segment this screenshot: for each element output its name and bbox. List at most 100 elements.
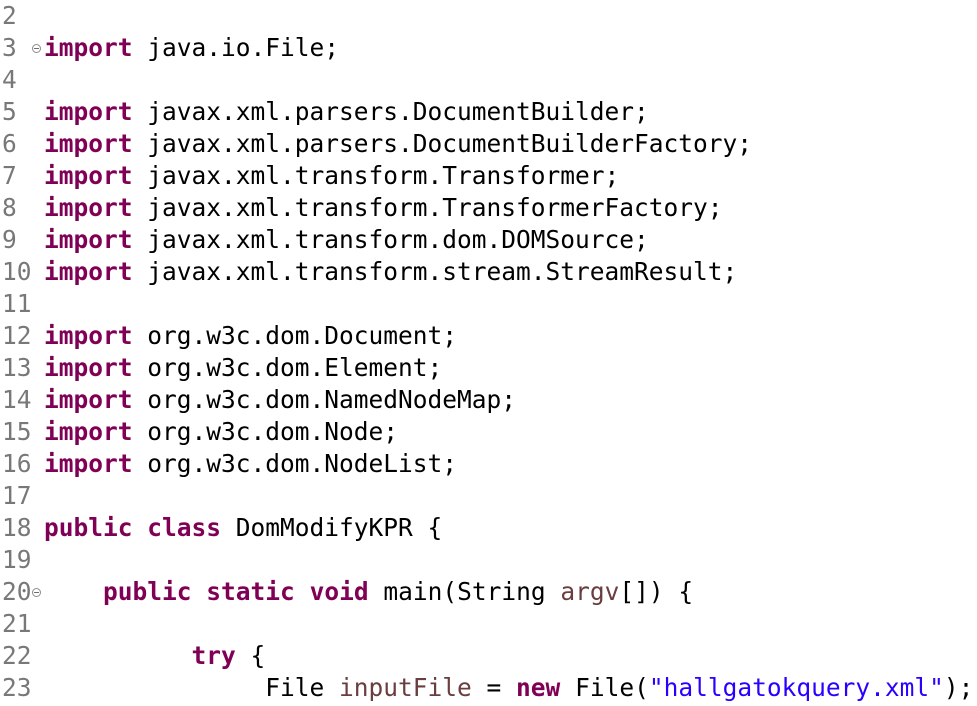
keyword-token: import bbox=[44, 385, 133, 414]
code-text: import org.w3c.dom.Element; bbox=[44, 352, 442, 384]
keyword-token: public bbox=[44, 513, 133, 542]
line-number: 10 bbox=[2, 257, 32, 286]
line-number: 8 bbox=[2, 193, 17, 222]
code-text: import javax.xml.transform.TransformerFa… bbox=[44, 192, 723, 224]
code-token: main(String bbox=[368, 577, 561, 606]
line-number: 2 bbox=[2, 1, 17, 30]
line-number: 9 bbox=[2, 225, 17, 254]
line-number: 19 bbox=[2, 545, 32, 574]
code-text: try { bbox=[44, 640, 266, 672]
code-text: import javax.xml.transform.Transformer; bbox=[44, 160, 619, 192]
keyword-token: import bbox=[44, 33, 133, 62]
line-number: 22 bbox=[2, 641, 32, 670]
code-token: javax.xml.transform.Transformer; bbox=[132, 161, 620, 190]
line-number: 16 bbox=[2, 449, 32, 478]
line-number: 14 bbox=[2, 385, 32, 414]
keyword-token: import bbox=[44, 257, 133, 286]
line-number: 6 bbox=[2, 129, 17, 158]
keyword-token: public bbox=[103, 577, 192, 606]
line-number: 23 bbox=[2, 673, 32, 702]
code-text: public static void main(String argv[]) { bbox=[44, 576, 693, 608]
keyword-token: import bbox=[44, 225, 133, 254]
keyword-token: import bbox=[44, 97, 133, 126]
code-line[interactable]: 4 bbox=[0, 64, 977, 96]
code-text: import javax.xml.parsers.DocumentBuilder… bbox=[44, 96, 649, 128]
code-line[interactable]: 3 import java.io.File; bbox=[0, 32, 977, 64]
code-line[interactable]: 15 import org.w3c.dom.Node; bbox=[0, 416, 977, 448]
code-line[interactable]: 5 import javax.xml.parsers.DocumentBuilde… bbox=[0, 96, 977, 128]
code-text: import org.w3c.dom.Document; bbox=[44, 320, 457, 352]
code-token: javax.xml.parsers.DocumentBuilder; bbox=[132, 97, 649, 126]
code-text: import org.w3c.dom.NamedNodeMap; bbox=[44, 384, 516, 416]
line-number: 17 bbox=[2, 481, 32, 510]
line-number: 3 bbox=[2, 33, 17, 62]
code-token: DomModifyKPR { bbox=[221, 513, 443, 542]
keyword-token: static bbox=[206, 577, 295, 606]
code-line[interactable]: 18 public class DomModifyKPR { bbox=[0, 512, 977, 544]
code-token: File( bbox=[560, 673, 649, 702]
code-token: File bbox=[44, 673, 340, 702]
code-token: org.w3c.dom.NamedNodeMap; bbox=[132, 385, 517, 414]
keyword-token: import bbox=[44, 321, 133, 350]
keyword-token: import bbox=[44, 449, 133, 478]
code-token: = bbox=[471, 673, 517, 702]
keyword-token: try bbox=[191, 641, 236, 670]
code-text: import javax.xml.transform.dom.DOMSource… bbox=[44, 224, 649, 256]
code-line[interactable]: 11 bbox=[0, 288, 977, 320]
code-line[interactable]: 2 bbox=[0, 0, 977, 32]
code-token: org.w3c.dom.Element; bbox=[132, 353, 443, 382]
code-line[interactable]: 9 import javax.xml.transform.dom.DOMSourc… bbox=[0, 224, 977, 256]
code-line[interactable]: 16 import org.w3c.dom.NodeList; bbox=[0, 448, 977, 480]
keyword-token: import bbox=[44, 161, 133, 190]
keyword-token: class bbox=[147, 513, 222, 542]
code-line[interactable]: 23 File inputFile = new File("hallgatokq… bbox=[0, 672, 977, 704]
fold-toggle-icon[interactable] bbox=[32, 44, 41, 53]
code-line[interactable]: 20 public static void main(String argv[]… bbox=[0, 576, 977, 608]
line-number: 13 bbox=[2, 353, 32, 382]
keyword-token: import bbox=[44, 353, 133, 382]
code-token: ); bbox=[943, 673, 974, 702]
code-line[interactable]: 22 try { bbox=[0, 640, 977, 672]
string-literal-token: "hallgatokquery.xml" bbox=[648, 673, 944, 702]
fold-toggle-icon[interactable] bbox=[32, 588, 41, 597]
keyword-token: new bbox=[516, 673, 561, 702]
code-text: import org.w3c.dom.Node; bbox=[44, 416, 398, 448]
code-line[interactable]: 17 bbox=[0, 480, 977, 512]
code-line[interactable]: 14 import org.w3c.dom.NamedNodeMap; bbox=[0, 384, 977, 416]
code-token: org.w3c.dom.Document; bbox=[132, 321, 458, 350]
code-token: java.io.File; bbox=[132, 33, 340, 62]
code-line[interactable]: 12 import org.w3c.dom.Document; bbox=[0, 320, 977, 352]
variable-token: argv bbox=[560, 577, 620, 606]
line-number: 4 bbox=[2, 65, 17, 94]
code-token: []) { bbox=[619, 577, 694, 606]
code-text: import java.io.File; bbox=[44, 32, 339, 64]
code-editor[interactable]: 2 3 import java.io.File; 4 5 import javax.xml… bbox=[0, 0, 977, 706]
code-line[interactable]: 21 bbox=[0, 608, 977, 640]
keyword-token: import bbox=[44, 193, 133, 222]
code-line[interactable]: 6 import javax.xml.parsers.DocumentBuilde… bbox=[0, 128, 977, 160]
line-number: 11 bbox=[2, 289, 32, 318]
code-token: javax.xml.transform.dom.DOMSource; bbox=[132, 225, 649, 254]
keyword-token: import bbox=[44, 129, 133, 158]
code-token: org.w3c.dom.Node; bbox=[132, 417, 399, 446]
keyword-token: void bbox=[309, 577, 369, 606]
code-line[interactable]: 7 import javax.xml.transform.Transformer; bbox=[0, 160, 977, 192]
keyword-token: import bbox=[44, 417, 133, 446]
line-number: 21 bbox=[2, 609, 32, 638]
line-number: 12 bbox=[2, 321, 32, 350]
code-token: { bbox=[235, 641, 266, 670]
line-number: 7 bbox=[2, 161, 17, 190]
line-number: 18 bbox=[2, 513, 32, 542]
code-line[interactable]: 8 import javax.xml.transform.TransformerF… bbox=[0, 192, 977, 224]
line-number: 20 bbox=[2, 577, 32, 606]
code-text: import javax.xml.parsers.DocumentBuilder… bbox=[44, 128, 752, 160]
code-line[interactable]: 10 import javax.xml.transform.stream.Stre… bbox=[0, 256, 977, 288]
code-line[interactable]: 13 import org.w3c.dom.Element; bbox=[0, 352, 977, 384]
code-token: javax.xml.transform.stream.StreamResult; bbox=[132, 257, 738, 286]
code-text: public class DomModifyKPR { bbox=[44, 512, 442, 544]
code-line[interactable]: 19 bbox=[0, 544, 977, 576]
